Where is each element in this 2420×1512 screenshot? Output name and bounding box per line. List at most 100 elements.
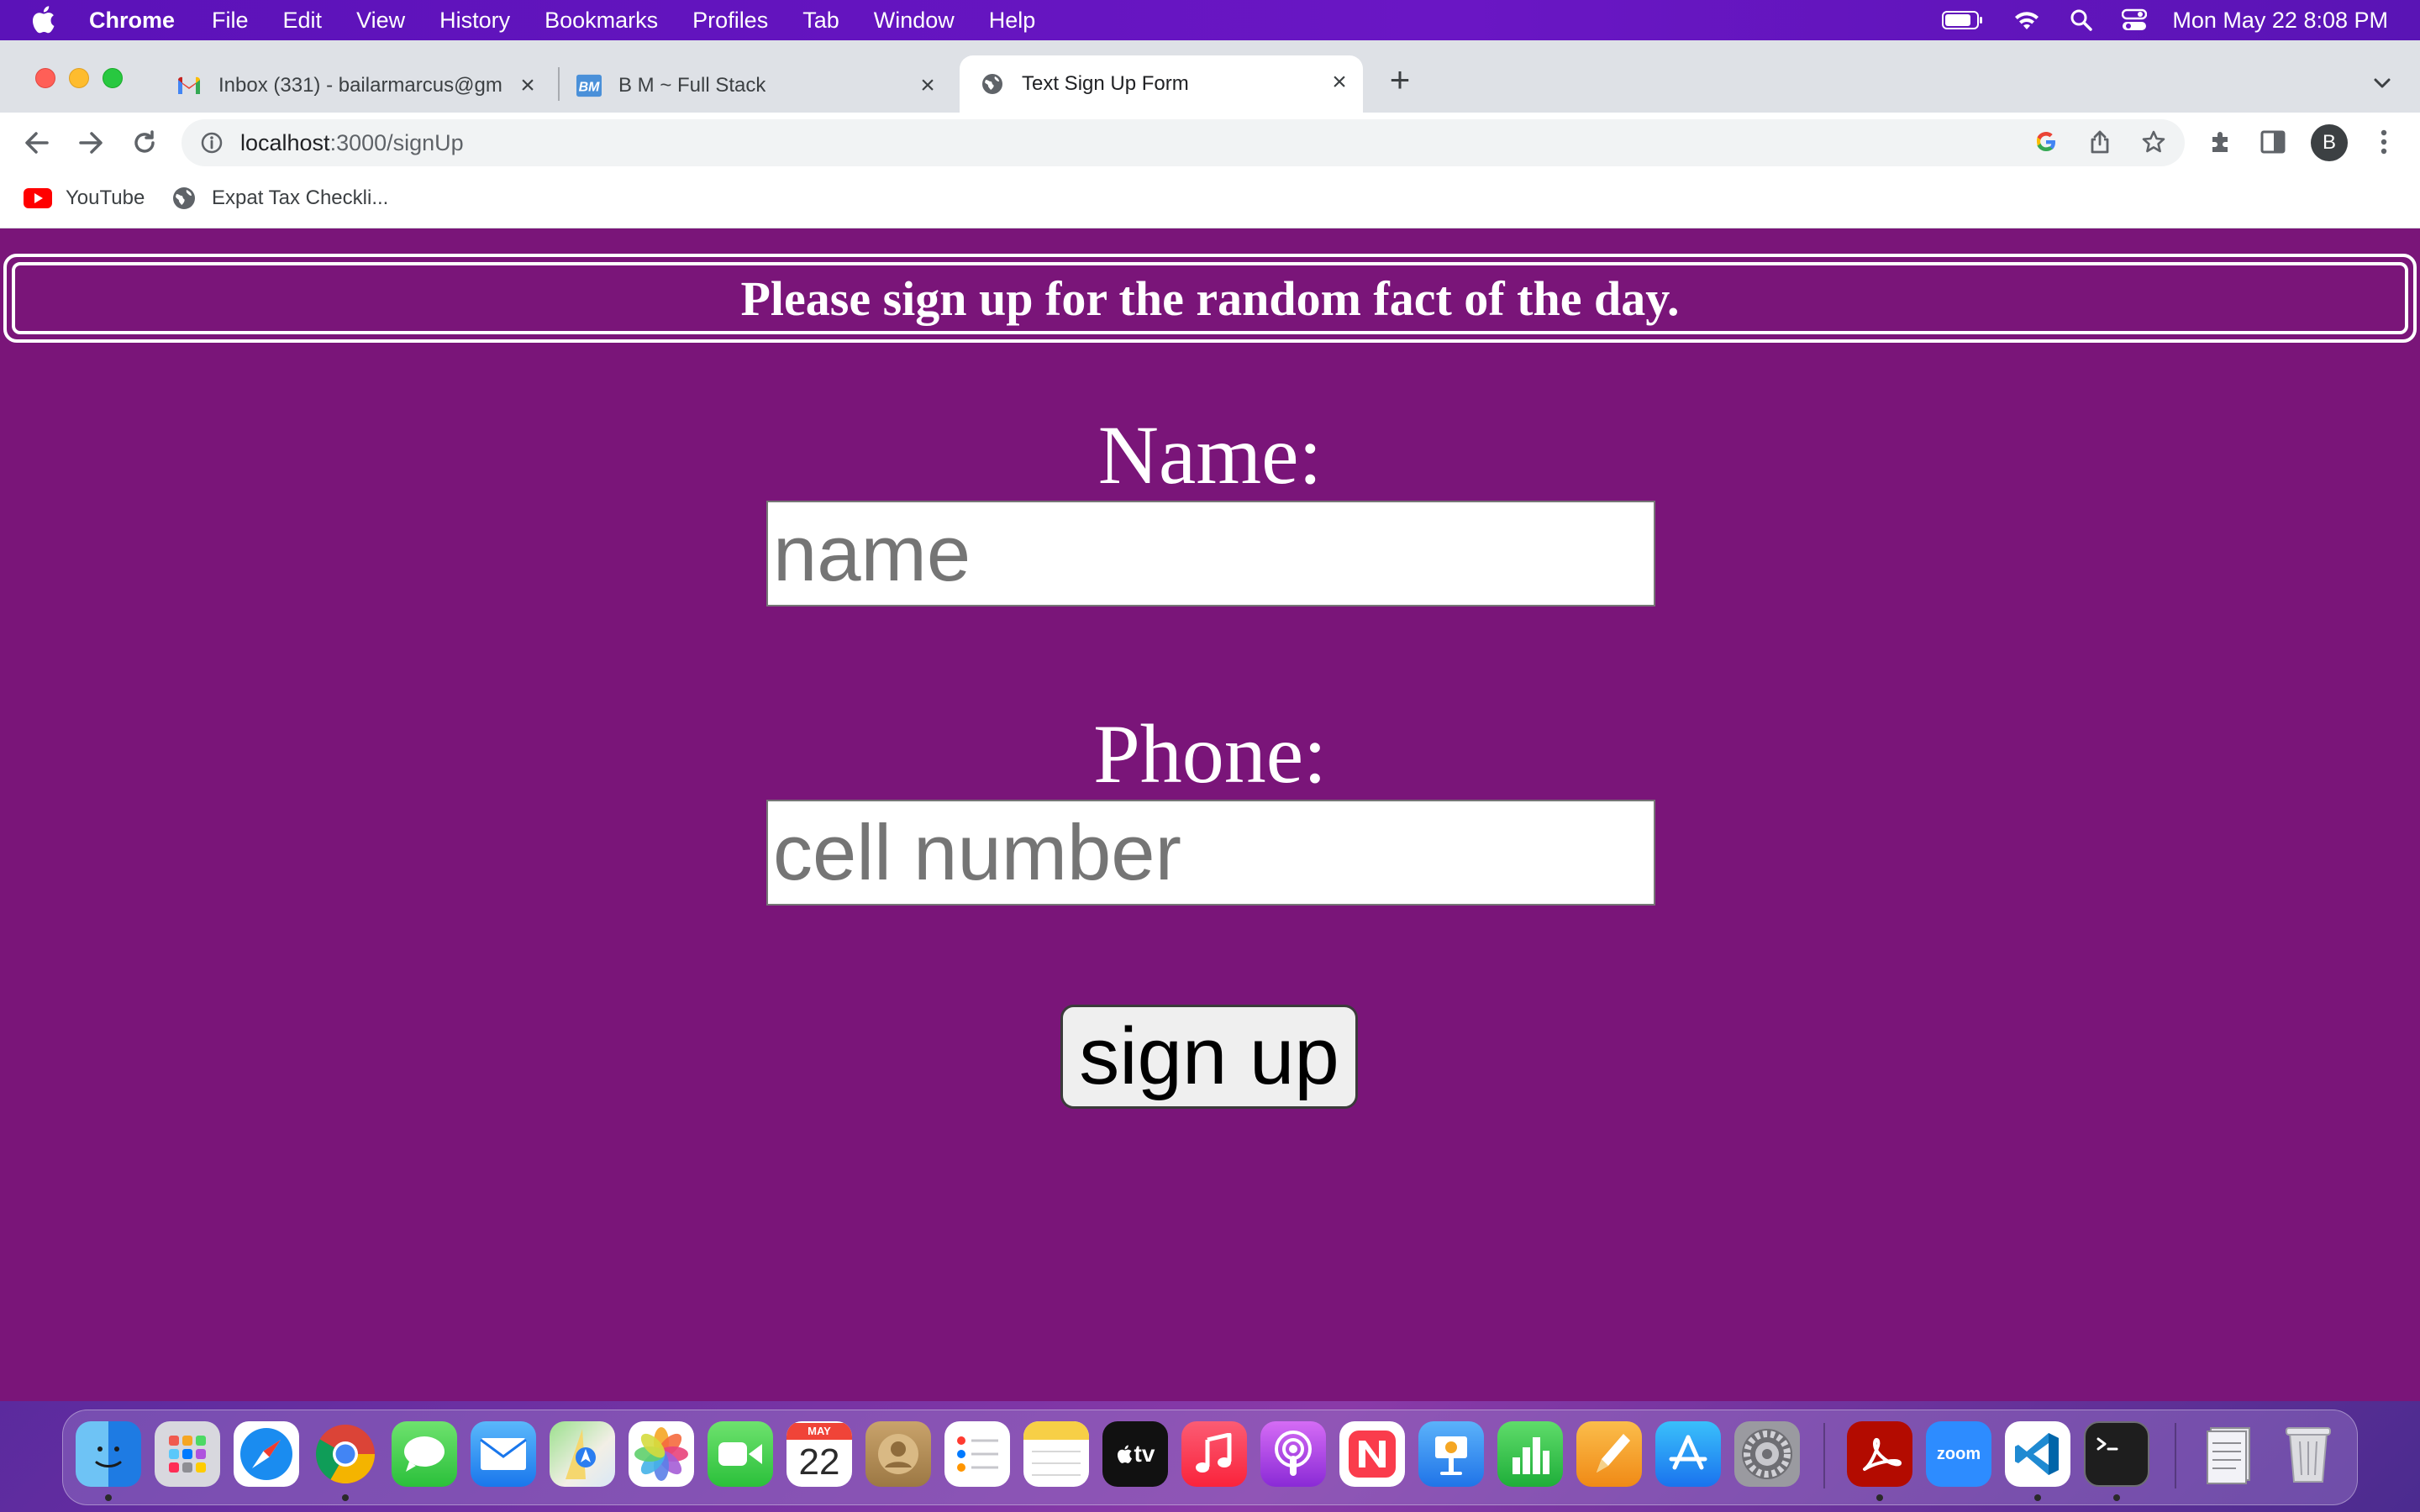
terminal-icon[interactable] xyxy=(2084,1421,2149,1487)
maps-icon[interactable] xyxy=(550,1421,615,1487)
apple-tv-label: tv xyxy=(1134,1441,1155,1467)
facetime-icon[interactable] xyxy=(708,1421,773,1487)
documents-stack-icon[interactable] xyxy=(2196,1421,2262,1487)
menu-history[interactable]: History xyxy=(439,8,510,34)
tab-separator xyxy=(558,67,560,101)
share-icon[interactable] xyxy=(2086,128,2114,156)
apple-tv-icon[interactable]: tv xyxy=(1102,1421,1168,1487)
finder-icon[interactable] xyxy=(76,1421,141,1487)
tab-close-icon[interactable]: × xyxy=(916,73,939,98)
calendar-day: 22 xyxy=(798,1441,840,1483)
tab-bm-full-stack[interactable]: BM B M ~ Full Stack × xyxy=(565,59,951,113)
menu-clock[interactable]: Mon May 22 8:08 PM xyxy=(2172,8,2388,34)
bookmark-expat-tax-checklist[interactable]: Expat Tax Checkli... xyxy=(170,181,388,215)
tab-search-chevron-icon[interactable] xyxy=(2370,71,2395,96)
photos-icon[interactable] xyxy=(629,1421,694,1487)
tab-title: Text Sign Up Form xyxy=(1022,72,1189,95)
web-page: Please sign up for the random fact of th… xyxy=(0,228,2420,1401)
menu-app-name[interactable]: Chrome xyxy=(89,8,175,34)
back-button[interactable] xyxy=(20,126,54,160)
svg-text:BM: BM xyxy=(579,81,600,95)
messages-icon[interactable] xyxy=(392,1421,457,1487)
phone-input[interactable] xyxy=(766,800,1655,906)
menu-tab[interactable]: Tab xyxy=(802,8,839,34)
podcasts-icon[interactable] xyxy=(1260,1421,1326,1487)
window-minimize-button[interactable] xyxy=(69,68,89,88)
reload-button[interactable] xyxy=(128,126,161,160)
zoom-label: zoom xyxy=(1936,1444,1981,1463)
url-path: :3000/signUp xyxy=(329,129,464,155)
menu-view[interactable]: View xyxy=(356,8,405,34)
sign-up-button[interactable]: sign up xyxy=(1060,1005,1358,1109)
bookmark-star-icon[interactable] xyxy=(2139,128,2168,156)
vscode-icon[interactable] xyxy=(2005,1421,2070,1487)
address-bar[interactable]: localhost:3000/signUp xyxy=(182,119,2185,166)
zoom-icon[interactable]: zoom xyxy=(1926,1421,1991,1487)
back-arrow-icon xyxy=(25,132,49,154)
trash-icon[interactable] xyxy=(2275,1421,2341,1487)
bookmark-youtube[interactable]: YouTube xyxy=(24,181,145,215)
calendar-icon[interactable]: MAY 22 xyxy=(786,1421,852,1487)
name-input[interactable] xyxy=(766,501,1655,606)
tab-close-icon[interactable]: × xyxy=(516,73,539,98)
system-preferences-icon[interactable] xyxy=(1734,1421,1800,1487)
launchpad-icon[interactable] xyxy=(155,1421,220,1487)
page-banner: Please sign up for the random fact of th… xyxy=(3,254,2417,343)
window-close-button[interactable] xyxy=(35,68,55,88)
dock-separator xyxy=(1823,1423,1825,1488)
pages-icon[interactable] xyxy=(1576,1421,1642,1487)
tab-title: B M ~ Full Stack xyxy=(618,74,766,97)
running-indicator xyxy=(105,1494,112,1501)
mail-icon[interactable] xyxy=(471,1421,536,1487)
dock-separator xyxy=(2175,1423,2176,1488)
bookmark-label: Expat Tax Checkli... xyxy=(212,186,389,209)
running-indicator xyxy=(2034,1494,2041,1501)
running-indicator xyxy=(2113,1494,2120,1501)
window-zoom-button[interactable] xyxy=(103,68,123,88)
music-icon[interactable] xyxy=(1181,1421,1247,1487)
tab-gmail-inbox[interactable]: Inbox (331) - bailarmarcus@gm × xyxy=(165,59,551,113)
apple-menu-icon[interactable] xyxy=(30,5,55,34)
url-text: localhost:3000/signUp xyxy=(240,130,464,156)
contacts-icon[interactable] xyxy=(865,1421,931,1487)
app-store-icon[interactable] xyxy=(1655,1421,1721,1487)
tab-title: Inbox (331) - bailarmarcus@gm xyxy=(218,74,502,97)
wifi-icon[interactable] xyxy=(2012,9,2041,31)
tab-close-icon[interactable]: × xyxy=(1328,70,1351,95)
globe-icon xyxy=(980,71,1005,97)
chrome-icon[interactable] xyxy=(313,1421,378,1487)
reminders-icon[interactable] xyxy=(944,1421,1010,1487)
menu-window[interactable]: Window xyxy=(874,8,955,34)
profile-avatar[interactable]: B xyxy=(2311,124,2348,161)
menu-bookmarks[interactable]: Bookmarks xyxy=(544,8,658,34)
youtube-icon xyxy=(24,186,52,211)
tab-text-sign-up-form[interactable]: Text Sign Up Form × xyxy=(960,55,1363,113)
menu-edit[interactable]: Edit xyxy=(283,8,323,34)
side-panel-icon[interactable] xyxy=(2257,126,2289,158)
google-lens-icon[interactable] xyxy=(2032,128,2060,156)
safari-icon[interactable] xyxy=(234,1421,299,1487)
running-indicator xyxy=(342,1494,349,1501)
notes-icon[interactable] xyxy=(1023,1421,1089,1487)
numbers-icon[interactable] xyxy=(1497,1421,1563,1487)
notes-header xyxy=(1023,1421,1089,1440)
globe-icon xyxy=(170,186,198,211)
spotlight-search-icon[interactable] xyxy=(2070,8,2093,32)
extensions-puzzle-icon[interactable] xyxy=(2205,126,2237,158)
forward-arrow-icon xyxy=(79,132,103,154)
menu-profiles[interactable]: Profiles xyxy=(692,8,768,34)
menu-list: Chrome File Edit View History Bookmarks … xyxy=(89,0,1070,40)
running-indicator xyxy=(1876,1494,1883,1501)
calendar-month: MAY xyxy=(786,1423,852,1440)
forward-button[interactable] xyxy=(74,126,108,160)
menu-file[interactable]: File xyxy=(212,8,249,34)
menu-help[interactable]: Help xyxy=(989,8,1036,34)
battery-icon[interactable] xyxy=(1942,10,1984,30)
control-center-icon[interactable] xyxy=(2122,8,2148,32)
keynote-icon[interactable] xyxy=(1418,1421,1484,1487)
new-tab-button[interactable]: + xyxy=(1385,62,1415,97)
site-info-icon[interactable] xyxy=(200,131,224,155)
acrobat-icon[interactable] xyxy=(1847,1421,1912,1487)
news-icon[interactable] xyxy=(1339,1421,1405,1487)
chrome-menu-kebab-icon[interactable] xyxy=(2368,126,2400,158)
